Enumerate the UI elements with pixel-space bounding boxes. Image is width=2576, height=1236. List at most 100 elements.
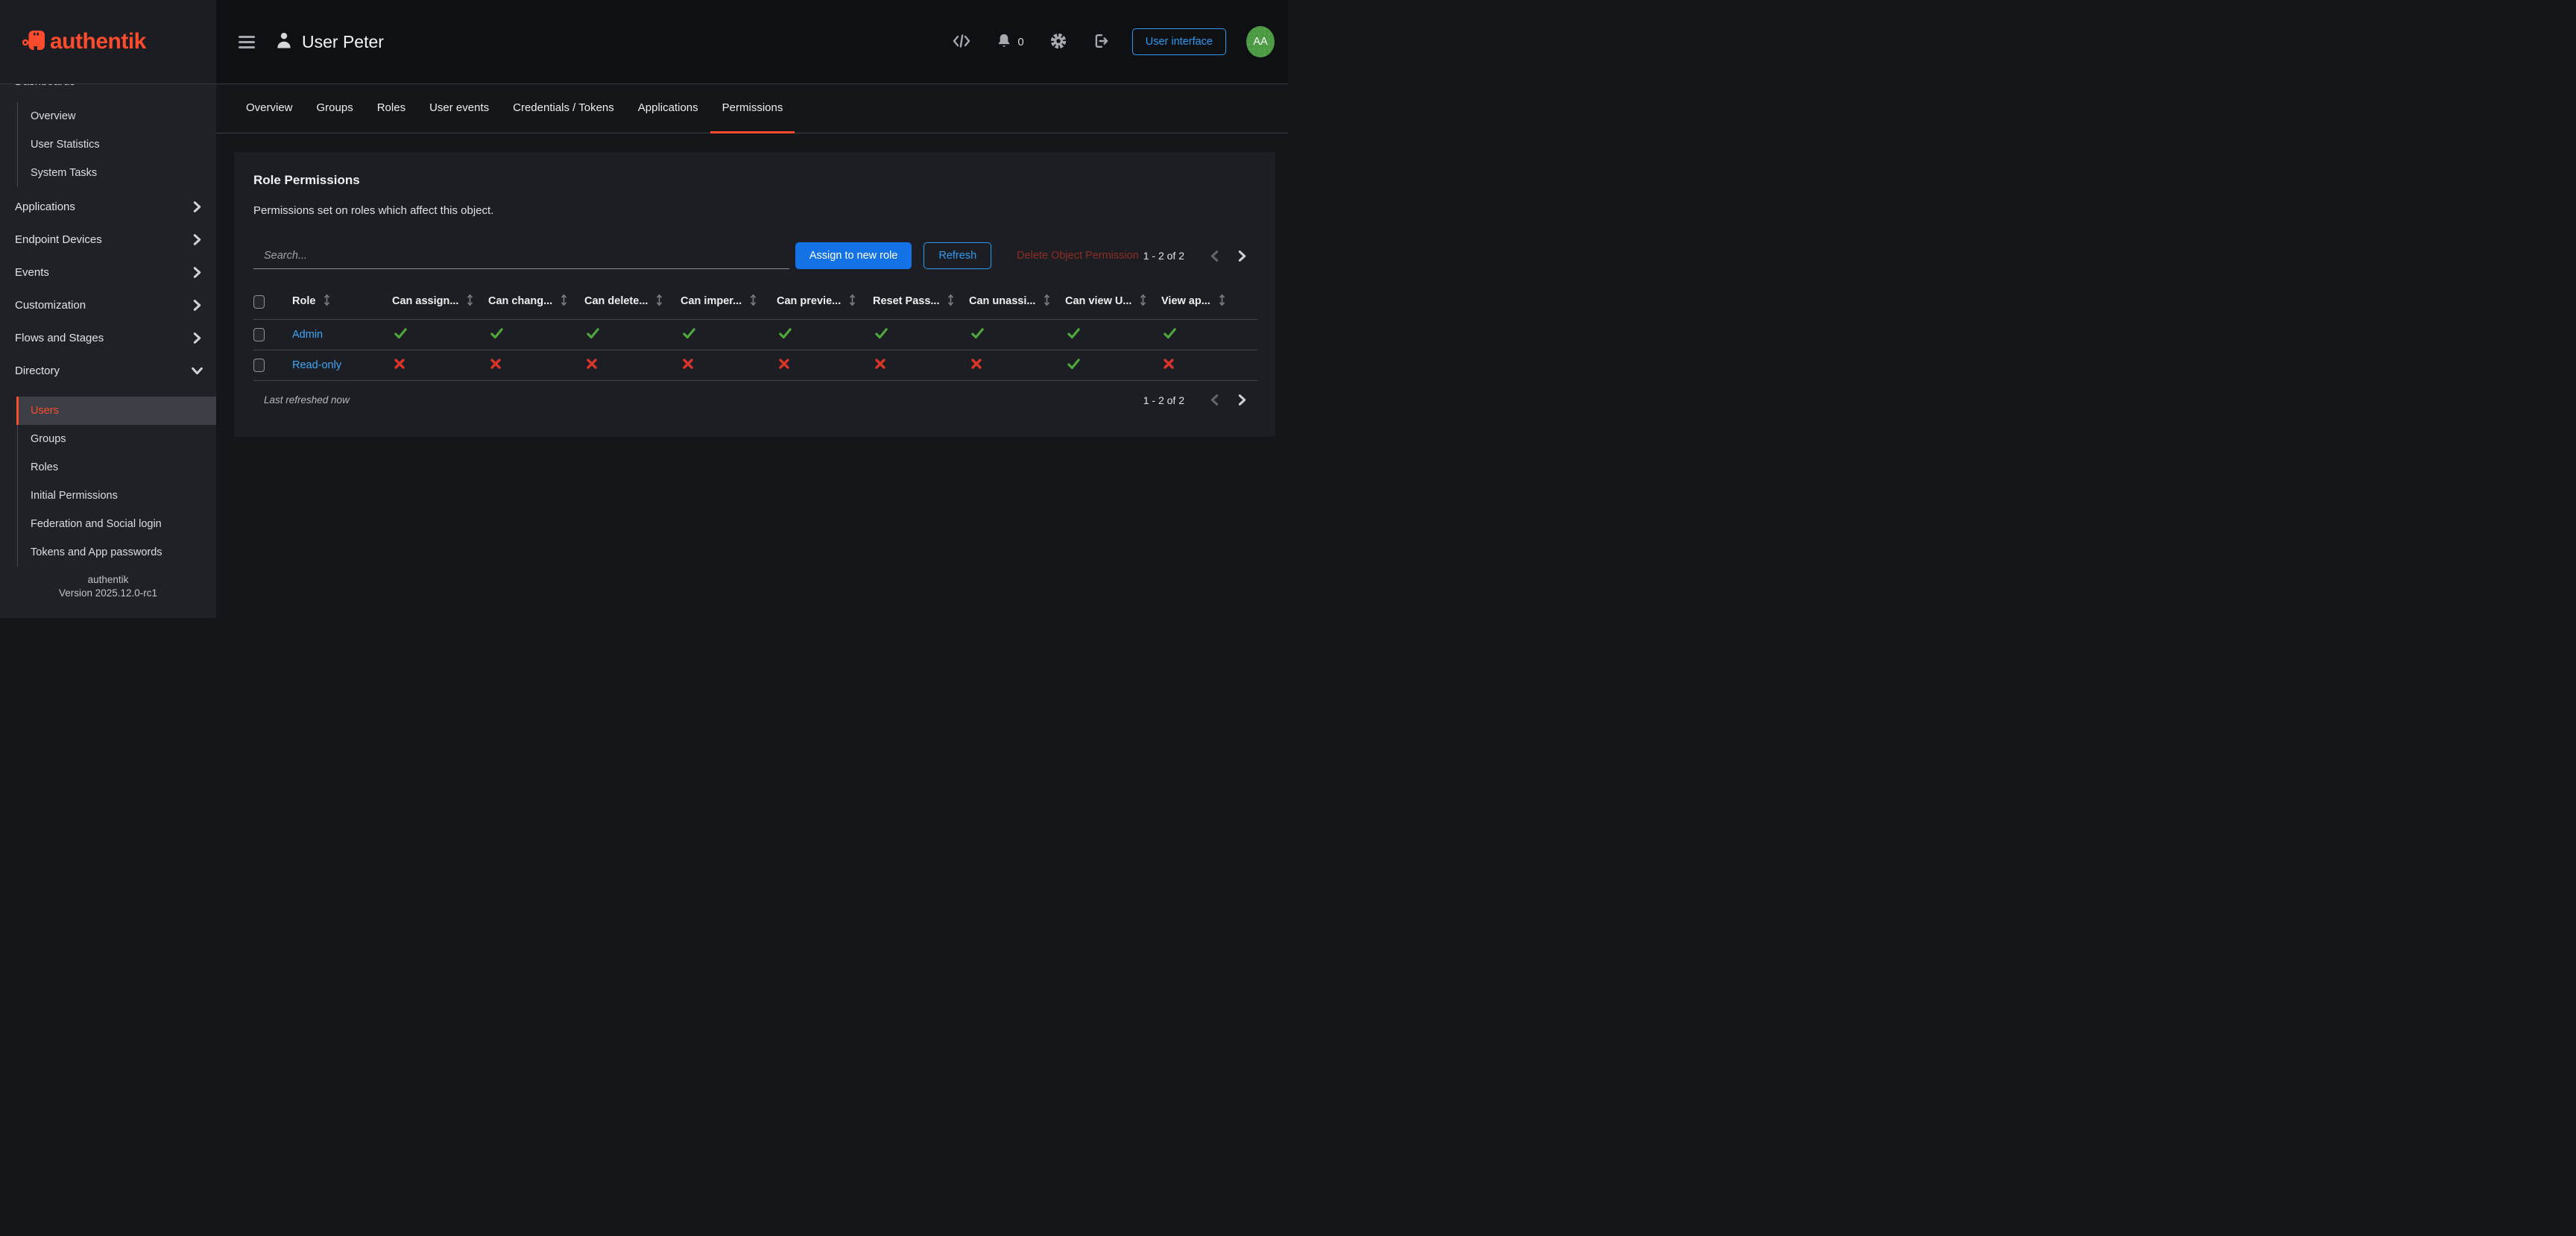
- column-header-reset-pass[interactable]: Reset Pass...: [873, 284, 969, 320]
- prev-page-button[interactable]: [1201, 249, 1228, 263]
- column-header-view-ap[interactable]: View ap...: [1161, 284, 1257, 320]
- row-checkbox[interactable]: [253, 328, 265, 341]
- tab-overview[interactable]: Overview: [234, 84, 305, 133]
- sidebar-item-tokens-and-app-passwords[interactable]: Tokens and App passwords: [18, 538, 216, 567]
- user-interface-button[interactable]: User interface: [1132, 28, 1226, 55]
- permission-cell: [392, 350, 488, 381]
- sidebar-item-directory[interactable]: Directory: [0, 354, 216, 387]
- sidebar-item-groups[interactable]: Groups: [18, 425, 216, 453]
- permission-cell: [777, 320, 873, 350]
- permission-cell: [873, 350, 969, 381]
- sign-out-button[interactable]: [1090, 30, 1112, 54]
- prev-page-button[interactable]: [1201, 393, 1228, 407]
- tab-applications[interactable]: Applications: [626, 84, 710, 133]
- permission-granted-icon: [490, 328, 503, 342]
- column-header-can-imper[interactable]: Can imper...: [681, 284, 777, 320]
- chevron-left-icon: [1210, 394, 1219, 406]
- tab-permissions[interactable]: Permissions: [710, 84, 795, 133]
- refresh-button[interactable]: Refresh: [924, 242, 991, 269]
- nav-toggle-button[interactable]: [234, 31, 259, 53]
- permission-cell: [1161, 320, 1257, 350]
- sort-icon: [561, 294, 567, 309]
- sidebar-item-federation-and-social-login[interactable]: Federation and Social login: [18, 510, 216, 538]
- brand-name: authentik: [50, 29, 146, 54]
- column-header-can-delete[interactable]: Can delete...: [584, 284, 681, 320]
- permission-granted-icon: [1164, 328, 1176, 342]
- chevron-right-icon: [193, 234, 201, 245]
- permission-denied-icon: [683, 359, 693, 372]
- row-checkbox-cell: [253, 320, 292, 350]
- permission-cell: [969, 350, 1065, 381]
- role-cell: Admin: [292, 320, 392, 350]
- tab-user-events[interactable]: User events: [417, 84, 501, 133]
- column-header-can-unassi[interactable]: Can unassi...: [969, 284, 1065, 320]
- sidebar-item-flows-and-stages[interactable]: Flows and Stages: [0, 321, 216, 354]
- role-link-read-only[interactable]: Read-only: [292, 359, 341, 371]
- sidebar-item-customization[interactable]: Customization: [0, 288, 216, 321]
- notifications-button[interactable]: 0: [994, 30, 1026, 54]
- role-link-admin[interactable]: Admin: [292, 329, 323, 341]
- pagination-label: 1 - 2 of 2: [1143, 394, 1184, 406]
- table-toolbar: Assign to new role Refresh Delete Object…: [253, 242, 1256, 269]
- sidebar-subsection: OverviewUser StatisticsSystem Tasks: [17, 102, 216, 187]
- table-row-admin: Admin: [253, 320, 1257, 350]
- api-drawer-button[interactable]: [950, 31, 973, 54]
- sort-icon: [1219, 294, 1225, 309]
- code-icon: [953, 34, 970, 51]
- sidebar-footer: authentik Version 2025.12.0-rc1: [0, 573, 216, 618]
- chevron-left-icon: [1210, 250, 1219, 262]
- column-header-can-previe[interactable]: Can previe...: [777, 284, 873, 320]
- masthead-middle: User Peter: [234, 0, 384, 83]
- permission-cell: [969, 320, 1065, 350]
- role-cell: Read-only: [292, 350, 392, 381]
- tab-roles[interactable]: Roles: [365, 84, 417, 133]
- sidebar: Dashboards OverviewUser StatisticsSystem…: [0, 84, 216, 618]
- bell-icon: [997, 33, 1011, 51]
- pagination-label: 1 - 2 of 2: [1143, 250, 1184, 262]
- tab-credentials-tokens[interactable]: Credentials / Tokens: [501, 84, 626, 133]
- sidebar-item-applications[interactable]: Applications: [0, 190, 216, 223]
- column-header-role[interactable]: Role: [292, 284, 392, 320]
- permission-cell: [392, 320, 488, 350]
- permission-granted-icon: [587, 328, 599, 342]
- card-footer: Last refreshed now 1 - 2 of 2: [253, 393, 1256, 407]
- row-checkbox[interactable]: [253, 359, 265, 372]
- sidebar-item-overview[interactable]: Overview: [18, 102, 216, 130]
- chevron-down-icon: [193, 365, 201, 376]
- pagination-top: 1 - 2 of 2: [1143, 249, 1256, 263]
- notification-count: 0: [1017, 36, 1023, 48]
- column-header-can-view-u[interactable]: Can view U...: [1065, 284, 1161, 320]
- permission-cell: [873, 320, 969, 350]
- sidebar-item-initial-permissions[interactable]: Initial Permissions: [18, 482, 216, 510]
- chevron-right-icon: [1238, 250, 1246, 262]
- sidebar-footer-app: authentik: [0, 573, 216, 587]
- assign-to-new-role-button[interactable]: Assign to new role: [795, 242, 912, 269]
- settings-button[interactable]: [1047, 30, 1070, 54]
- next-page-button[interactable]: [1228, 249, 1256, 263]
- sidebar-item-user-statistics[interactable]: User Statistics: [18, 130, 216, 159]
- permission-cell: [488, 350, 584, 381]
- table-header-row: RoleCan assign...Can chang...Can delete.…: [253, 284, 1257, 320]
- column-header-can-chang[interactable]: Can chang...: [488, 284, 584, 320]
- column-header-can-assign[interactable]: Can assign...: [392, 284, 488, 320]
- sidebar-item-endpoint-devices[interactable]: Endpoint Devices: [0, 223, 216, 256]
- permission-denied-icon: [394, 359, 405, 372]
- sidebar-item-dashboards-clipped[interactable]: Dashboards: [0, 84, 216, 92]
- tab-groups[interactable]: Groups: [305, 84, 365, 133]
- permission-cell: [1065, 350, 1161, 381]
- sort-icon: [323, 294, 330, 309]
- sidebar-item-system-tasks[interactable]: System Tasks: [18, 159, 216, 187]
- sidebar-footer-version: Version 2025.12.0-rc1: [0, 587, 216, 600]
- sidebar-item-users[interactable]: Users: [16, 397, 216, 425]
- brand-logo[interactable]: authentik: [0, 0, 216, 83]
- select-all-checkbox[interactable]: [253, 295, 265, 309]
- delete-object-permission-button[interactable]: Delete Object Permission: [1012, 242, 1143, 269]
- table-row-read-only: Read-only: [253, 350, 1257, 381]
- permission-cell: [488, 320, 584, 350]
- sidebar-item-roles[interactable]: Roles: [18, 453, 216, 482]
- permission-denied-icon: [875, 359, 886, 372]
- next-page-button[interactable]: [1228, 393, 1256, 407]
- sidebar-item-events[interactable]: Events: [0, 256, 216, 288]
- search-input[interactable]: [253, 243, 789, 269]
- avatar[interactable]: AA: [1246, 26, 1275, 57]
